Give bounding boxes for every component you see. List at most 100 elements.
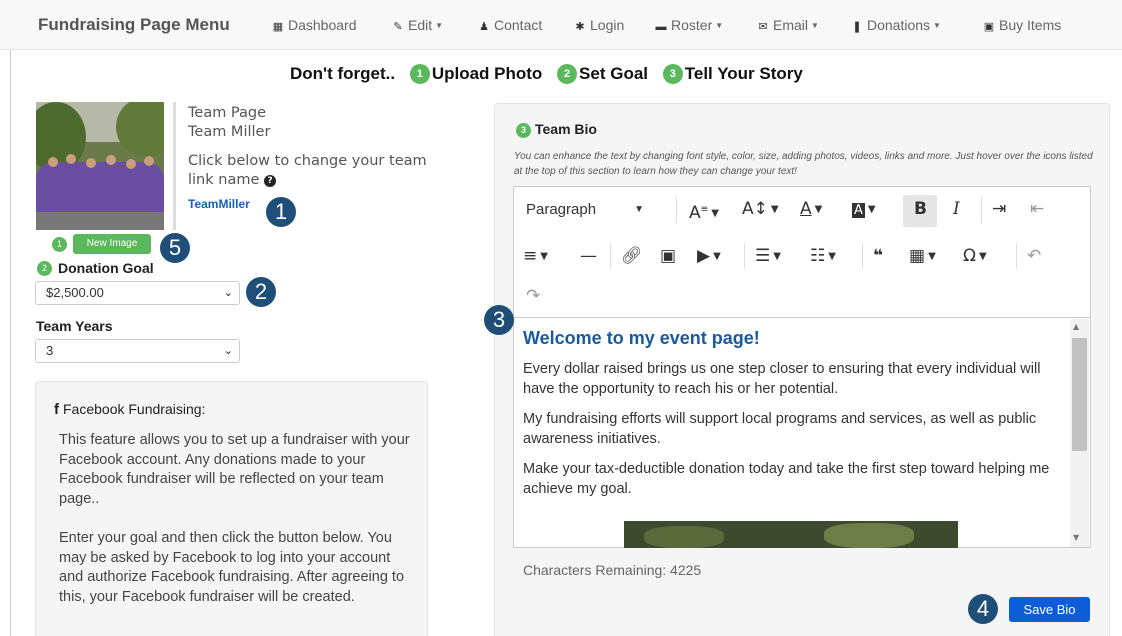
nav-edit[interactable]: ✎ Edit ▼ — [392, 17, 443, 33]
step-upload-photo: Upload Photo — [431, 64, 543, 83]
font-family-icon: A≡ — [689, 202, 709, 223]
insert-link-button[interactable]: 🔗︎ — [621, 245, 643, 267]
asterisk-icon: ✱ — [575, 21, 585, 33]
nav-login[interactable]: ✱ Login — [574, 17, 624, 33]
image-icon: ▣ — [660, 246, 677, 266]
horizontal-line-icon: — — [580, 246, 597, 266]
font-color-icon: A — [800, 199, 812, 219]
indent-button[interactable]: ⇥ — [992, 198, 1006, 220]
chevron-down-icon: ▼ — [711, 207, 719, 219]
briefcase-icon: ▬ — [655, 21, 667, 33]
scroll-down-icon[interactable]: ▼ — [1073, 533, 1079, 542]
photo-divider — [173, 102, 176, 230]
nav-email[interactable]: ✉ Email ▼ — [757, 17, 819, 33]
caret-down-icon: ▼ — [811, 21, 819, 30]
bullet-list-button[interactable]: ☰ ▼ — [755, 245, 781, 268]
save-bio-button[interactable]: Save Bio — [1009, 597, 1090, 622]
nav-buy-items[interactable]: ▣ Buy Items — [983, 17, 1061, 33]
numbered-list-button[interactable]: ☷ ▼ — [810, 245, 836, 268]
question-circle-icon[interactable]: ? — [263, 175, 276, 187]
indent-icon: ⇥ — [992, 199, 1007, 219]
step-tell-story: Tell Your Story — [684, 64, 803, 83]
toolbar-separator — [676, 197, 677, 223]
money-icon: ▣ — [983, 21, 995, 33]
caret-down-icon: ▼ — [715, 21, 724, 30]
nav-dashboard[interactable]: ▦ Dashboard — [272, 17, 357, 33]
bio-heading: Welcome to my event page! — [523, 328, 760, 348]
chevron-down-icon: ▼ — [773, 251, 781, 262]
chevron-down-icon: ▼ — [770, 204, 779, 215]
redo-button[interactable]: ↷ — [526, 285, 540, 307]
reminder-prefix: Don't forget.. — [290, 64, 396, 83]
callout-3: 3 — [484, 305, 514, 335]
font-size-button[interactable]: A↕ ▼ — [742, 198, 779, 221]
editor-scrollbar-thumb[interactable] — [1072, 338, 1087, 451]
font-size-icon: A↕ — [742, 199, 768, 219]
chevron-down-icon: ▼ — [713, 251, 721, 262]
callout-2: 2 — [246, 277, 276, 307]
step-number-badge: 2 — [557, 64, 578, 84]
top-navbar: Fundraising Page Menu ▦ Dashboard ✎ Edit ▼ … — [0, 0, 1122, 50]
scroll-up-icon[interactable]: ▲ — [1073, 322, 1079, 331]
paragraph-format-select[interactable]: Paragraph ▼ — [526, 199, 644, 221]
step-number-badge: 1 — [409, 64, 430, 84]
omega-icon: Ω — [963, 246, 976, 266]
nav-roster[interactable]: ▬ Roster ▼ — [655, 17, 724, 33]
page-left-border — [10, 0, 11, 636]
new-image-button[interactable]: New Image — [73, 234, 151, 254]
step-number-badge: 3 — [662, 64, 683, 84]
chevron-down-icon: ▼ — [828, 251, 836, 262]
team-info: Team Page Team Miller Click below to cha… — [188, 104, 428, 190]
navbar-brand[interactable]: Fundraising Page Menu — [38, 15, 230, 35]
nav-contact[interactable]: ♟ Contact — [478, 17, 542, 33]
callout-4: 4 — [968, 594, 998, 624]
change-link-text: Click below to change your team link nam… — [188, 153, 427, 188]
caret-down-icon: ▼ — [435, 21, 444, 30]
team-page-label: Team Page — [188, 105, 267, 121]
blockquote-button[interactable]: ❝ — [873, 245, 883, 267]
donation-goal-label: Donation Goal — [58, 260, 154, 276]
background-color-button[interactable]: A ▼ — [852, 198, 876, 222]
chevron-down-icon: ▼ — [540, 251, 548, 262]
bio-embedded-image — [624, 521, 958, 548]
characters-remaining: Characters Remaining: 4225 — [523, 562, 702, 578]
team-bio-hint: You can enhance the text by changing fon… — [514, 151, 1093, 177]
chevron-down-icon: ▼ — [928, 251, 936, 262]
donation-goal-select[interactable]: $2,500.00 ⌄ — [35, 281, 240, 305]
dashboard-icon: ▦ — [272, 21, 284, 33]
caret-down-icon: ▼ — [933, 21, 941, 30]
team-name: Team Miller — [188, 124, 271, 140]
font-color-button[interactable]: A ▼ — [800, 198, 822, 221]
callout-5: 5 — [160, 233, 190, 263]
chevron-down-icon: ▼ — [814, 204, 823, 215]
gift-icon: ❚ — [852, 21, 862, 33]
bio-paragraph: My fundraising efforts will support loca… — [523, 411, 1037, 447]
editor-content[interactable]: Welcome to my event page! Every dollar r… — [523, 328, 1058, 509]
chevron-down-icon: ⌄ — [223, 345, 233, 357]
italic-button[interactable]: I — [953, 198, 960, 220]
insert-table-button[interactable]: ▦ ▼ — [909, 245, 936, 268]
insert-image-button[interactable]: ▣ — [660, 245, 676, 267]
bio-paragraph: Every dollar raised brings us one step c… — [523, 361, 1041, 397]
redo-icon: ↷ — [526, 286, 541, 306]
undo-button[interactable]: ↶ — [1027, 245, 1041, 267]
toolbar-separator — [862, 243, 863, 269]
horizontal-line-button[interactable]: — — [580, 245, 597, 267]
outdent-button[interactable]: ⇤ — [1030, 198, 1044, 220]
nav-donations[interactable]: ❚ Donations ▼ — [851, 17, 941, 33]
callout-1: 1 — [266, 197, 296, 227]
envelope-icon: ✉ — [758, 21, 768, 33]
font-family-button[interactable]: A≡ ▼ — [689, 198, 719, 225]
special-character-button[interactable]: Ω ▼ — [963, 245, 987, 268]
step-number-badge: 2 — [37, 261, 52, 276]
align-button[interactable]: ≡ ▼ — [523, 245, 548, 268]
facebook-instructions: Enter your goal and then click the butto… — [59, 530, 405, 605]
team-years-select[interactable]: 3 ⌄ — [35, 339, 240, 363]
team-link-name[interactable]: TeamMiller — [188, 197, 250, 211]
quote-icon: ❝ — [873, 246, 883, 266]
chevron-down-icon: ▼ — [867, 204, 876, 215]
team-photo — [36, 102, 164, 230]
insert-video-button[interactable]: ▶ ▼ — [697, 245, 721, 268]
step-number-badge: 3 — [516, 123, 531, 138]
reminder-bar: Don't forget.. 1 Upload Photo 2 Set Goal 3… — [290, 64, 803, 84]
